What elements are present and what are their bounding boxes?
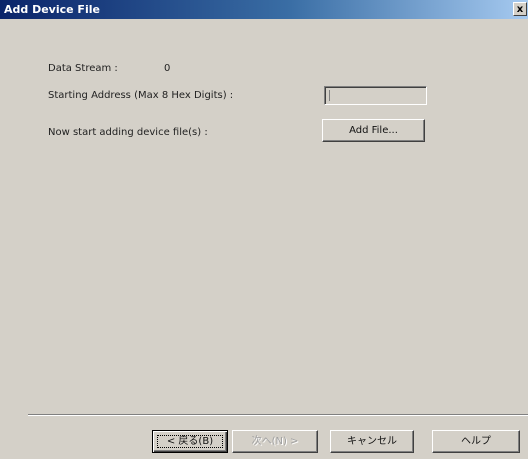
data-stream-label: Data Stream :: [48, 63, 118, 74]
cancel-button-label: キャンセル: [347, 436, 397, 447]
cancel-button[interactable]: キャンセル: [330, 430, 414, 453]
add-files-label: Now start adding device file(s) :: [48, 127, 208, 138]
window-title: Add Device File: [4, 3, 100, 16]
starting-address-input[interactable]: [324, 86, 427, 105]
text-caret: [329, 90, 330, 101]
footer-separator: [28, 414, 528, 416]
close-icon[interactable]: x: [513, 2, 527, 16]
back-button[interactable]: < 戻る(B): [152, 430, 228, 453]
back-button-label: < 戻る(B): [166, 436, 214, 447]
next-button[interactable]: 次へ(N) >: [232, 430, 318, 453]
help-button[interactable]: ヘルプ: [432, 430, 520, 453]
data-stream-value: 0: [164, 63, 171, 74]
next-button-label: 次へ(N) >: [251, 436, 299, 447]
add-file-button-label: Add File...: [349, 125, 398, 136]
add-file-button[interactable]: Add File...: [322, 119, 425, 142]
title-bar[interactable]: Add Device File x: [0, 0, 528, 19]
help-button-label: ヘルプ: [461, 436, 491, 447]
starting-address-label: Starting Address (Max 8 Hex Digits) :: [48, 90, 234, 101]
add-device-file-dialog: Add Device File x Data Stream : 0 Starti…: [0, 0, 528, 459]
